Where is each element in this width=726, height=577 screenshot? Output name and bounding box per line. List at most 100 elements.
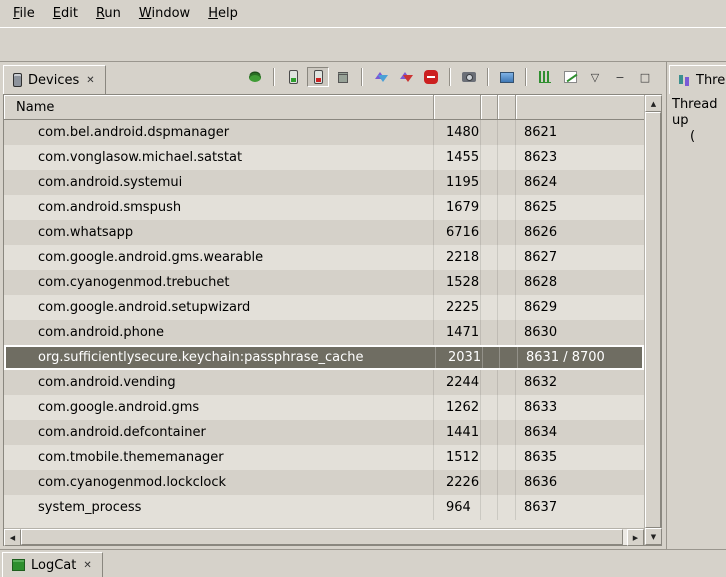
- threads-view: Threads Thread up (: [666, 62, 726, 549]
- vertical-scroll-track[interactable]: [645, 112, 661, 528]
- horizontal-scroll-track[interactable]: [21, 529, 627, 545]
- column-header-pid[interactable]: [434, 95, 481, 119]
- devices-toolbar: ▽ − □: [244, 67, 656, 87]
- column-header-name[interactable]: Name: [4, 95, 434, 119]
- columns-icon: [539, 71, 551, 83]
- toolbar-separator: [361, 68, 363, 86]
- process-port: 8624: [516, 170, 644, 195]
- process-pid: 14411: [434, 420, 481, 445]
- horizontal-scrollbar[interactable]: ◀ ▶: [4, 528, 644, 545]
- hprof-phone-icon: [314, 70, 323, 84]
- table-row[interactable]: com.cyanogenmod.trebuchet 1528 8628: [4, 270, 644, 295]
- stop-sign-icon: [424, 70, 438, 84]
- table-header: Name: [4, 95, 644, 120]
- thread-indicator-cell: [498, 420, 516, 445]
- table-row[interactable]: com.android.smspush 1679 8625: [4, 195, 644, 220]
- tab-threads-label: Threads: [696, 73, 726, 88]
- menu-item[interactable]: Window: [130, 2, 199, 25]
- process-port: 8636: [516, 470, 644, 495]
- minimize-icon[interactable]: −: [609, 67, 631, 87]
- device-icon: [13, 73, 22, 87]
- table-row[interactable]: com.android.defcontainer 14411 8634: [4, 420, 644, 445]
- thread-indicator-cell: [498, 195, 516, 220]
- network-stats-icon[interactable]: [559, 67, 581, 87]
- process-name: com.android.smspush: [4, 195, 434, 220]
- maximize-icon[interactable]: □: [634, 67, 656, 87]
- toolbar-separator: [487, 68, 489, 86]
- scroll-up-icon[interactable]: ▲: [645, 95, 662, 112]
- tab-logcat[interactable]: LogCat ✕: [2, 552, 103, 577]
- process-name: com.cyanogenmod.lockclock: [4, 470, 434, 495]
- thread-indicator-cell: [498, 270, 516, 295]
- table-row[interactable]: com.android.phone 1471 8630: [4, 320, 644, 345]
- heap-indicator-cell: [481, 220, 498, 245]
- process-port: 8623: [516, 145, 644, 170]
- stop-process-icon[interactable]: [420, 67, 442, 87]
- process-port: 8626: [516, 220, 644, 245]
- process-port: 8630: [516, 320, 644, 345]
- screen-capture-icon[interactable]: [458, 67, 480, 87]
- process-name: org.sufficientlysecure.keychain:passphra…: [6, 347, 436, 368]
- sysinfo-icon[interactable]: [534, 67, 556, 87]
- heap-indicator-cell: [481, 270, 498, 295]
- table-row[interactable]: com.cyanogenmod.lockclock 22265 8636: [4, 470, 644, 495]
- process-pid: 6716: [434, 220, 481, 245]
- heap-indicator-cell: [481, 470, 498, 495]
- threads-message-line1: Thread up: [672, 97, 726, 129]
- method-profiling-icon[interactable]: [395, 67, 417, 87]
- process-name: com.tmobile.thememanager: [4, 445, 434, 470]
- cause-gc-icon[interactable]: [332, 67, 354, 87]
- table-row[interactable]: com.tmobile.thememanager 1512 8635: [4, 445, 644, 470]
- table-row[interactable]: com.vonglasow.michael.satstat 14553 8623: [4, 145, 644, 170]
- vertical-scroll-thumb[interactable]: [645, 112, 661, 528]
- view-menu-icon[interactable]: ▽: [584, 67, 606, 87]
- scroll-left-icon[interactable]: ◀: [4, 529, 21, 546]
- thread-indicator-cell: [498, 470, 516, 495]
- debug-process-icon[interactable]: [244, 67, 266, 87]
- update-heap-icon[interactable]: [282, 67, 304, 87]
- table-row[interactable]: org.sufficientlysecure.keychain:passphra…: [4, 345, 644, 370]
- thread-indicator-cell: [498, 495, 516, 520]
- devices-table-panel: Name com.bel.android.dspmanager 1480 862…: [3, 94, 662, 546]
- tab-devices[interactable]: Devices ✕: [3, 65, 106, 94]
- table-row[interactable]: com.android.vending 22440 8632: [4, 370, 644, 395]
- column-header-heap[interactable]: [481, 95, 498, 119]
- thread-indicator-cell: [498, 320, 516, 345]
- table-row[interactable]: com.bel.android.dspmanager 1480 8621: [4, 120, 644, 145]
- menu-item[interactable]: File: [4, 2, 44, 25]
- menu-item[interactable]: Run: [87, 2, 130, 25]
- table-row[interactable]: com.whatsapp 6716 8626: [4, 220, 644, 245]
- scroll-down-icon[interactable]: ▼: [645, 528, 662, 545]
- threads-message-line2: (: [672, 129, 726, 145]
- process-name: com.google.android.gms.wearable: [4, 245, 434, 270]
- heap-indicator-cell: [483, 347, 500, 368]
- table-row[interactable]: com.google.android.gms 12623 8633: [4, 395, 644, 420]
- process-port: 8637: [516, 495, 644, 520]
- column-header-threads[interactable]: [498, 95, 516, 119]
- horizontal-scroll-thumb[interactable]: [21, 529, 623, 545]
- table-row[interactable]: com.android.systemui 1195 8624: [4, 170, 644, 195]
- heap-indicator-cell: [481, 120, 498, 145]
- heap-phone-icon: [289, 70, 298, 84]
- bottom-view-bar: LogCat ✕: [0, 549, 726, 577]
- close-icon[interactable]: ✕: [82, 560, 92, 571]
- menu-item[interactable]: Edit: [44, 2, 87, 25]
- vertical-scrollbar[interactable]: ▲ ▼: [644, 95, 661, 545]
- table-row[interactable]: com.google.android.setupwizard 22250 862…: [4, 295, 644, 320]
- view-hierarchy-icon[interactable]: [496, 67, 518, 87]
- update-threads-icon[interactable]: [370, 67, 392, 87]
- devices-tabbar: Devices ✕ ▽ − □: [0, 62, 664, 94]
- dump-hprof-icon[interactable]: [307, 67, 329, 87]
- column-header-port[interactable]: [516, 95, 644, 119]
- scroll-right-icon[interactable]: ▶: [627, 529, 644, 546]
- menu-item[interactable]: Help: [199, 2, 247, 25]
- process-port: 8628: [516, 270, 644, 295]
- process-port: 8632: [516, 370, 644, 395]
- close-icon[interactable]: ✕: [85, 75, 95, 86]
- process-name: com.google.android.gms: [4, 395, 434, 420]
- table-row[interactable]: com.google.android.gms.wearable 22185 86…: [4, 245, 644, 270]
- table-row[interactable]: system_process 964 8637: [4, 495, 644, 520]
- tab-threads[interactable]: Threads: [669, 65, 726, 94]
- toolbar-separator: [449, 68, 451, 86]
- heap-indicator-cell: [481, 145, 498, 170]
